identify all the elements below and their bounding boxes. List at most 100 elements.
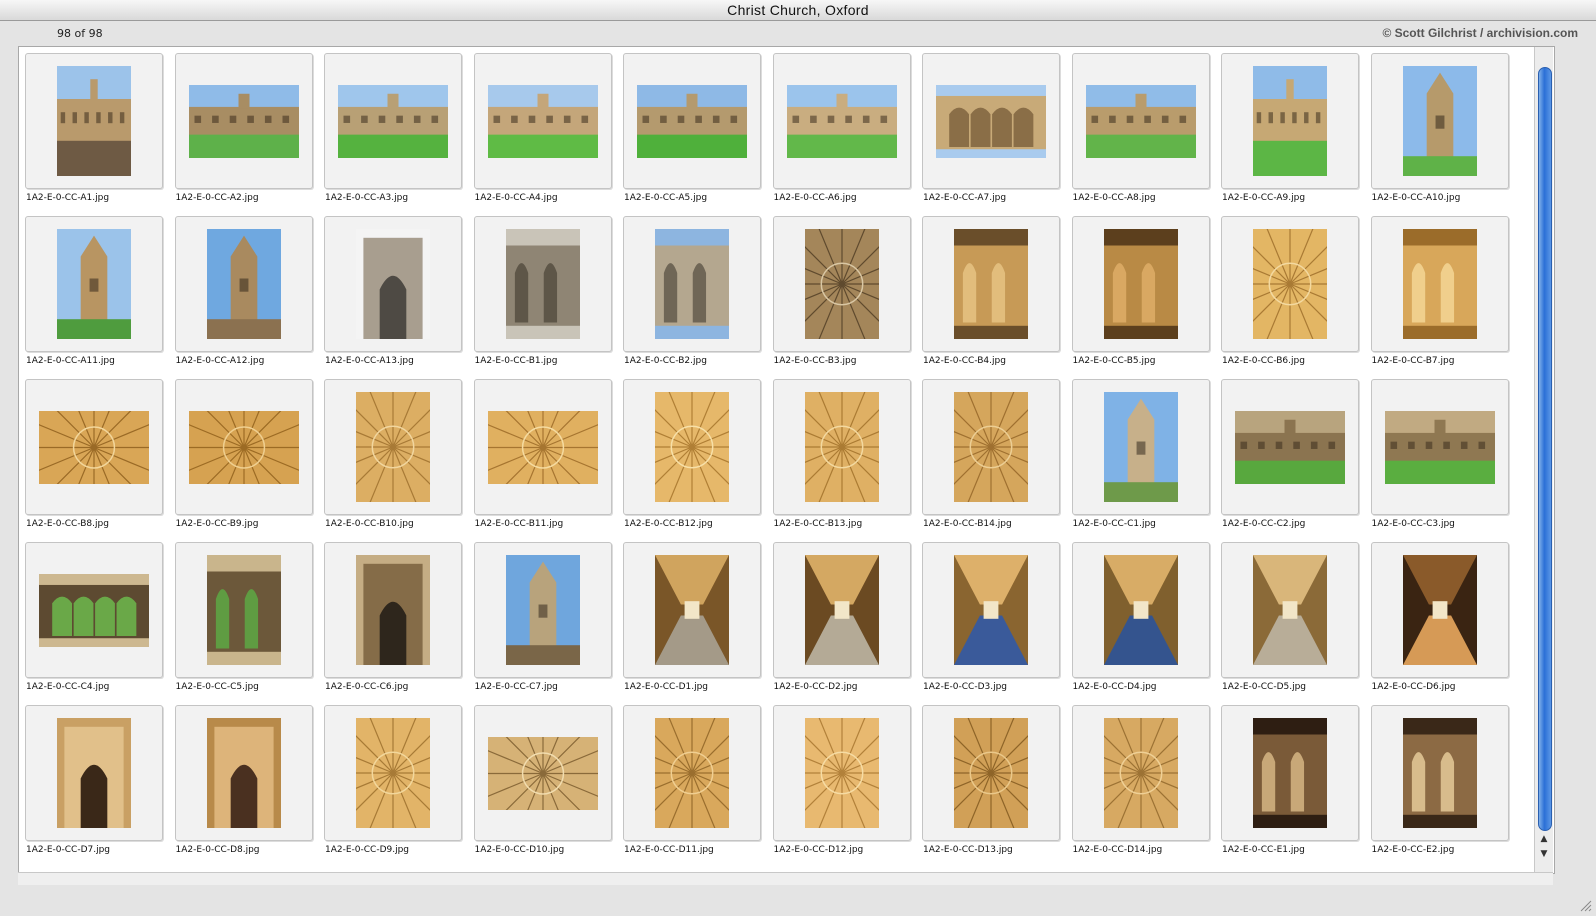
thumbnail-item[interactable]: 1A2-E-0-CC-A9.jpg [1221, 53, 1371, 216]
thumbnail-image[interactable] [655, 718, 729, 828]
scroll-down-button[interactable]: ▼ [1535, 847, 1553, 861]
thumbnail-item[interactable]: 1A2-E-0-CC-B5.jpg [1071, 216, 1222, 379]
thumbnail-item[interactable]: 1A2-E-0-CC-D10.jpg [473, 705, 624, 868]
thumbnail-item[interactable]: 1A2-E-0-CC-D7.jpg [25, 705, 175, 868]
thumbnail-image[interactable] [1235, 410, 1345, 484]
thumbnail-image[interactable] [1085, 84, 1196, 158]
thumbnail-image[interactable] [338, 84, 448, 158]
thumbnail-item[interactable]: 1A2-E-0-CC-B1.jpg [473, 216, 624, 379]
thumbnail-frame[interactable] [25, 705, 163, 841]
thumbnail-frame[interactable] [1071, 53, 1210, 189]
thumbnail-frame[interactable] [324, 216, 462, 352]
thumbnail-image[interactable] [655, 392, 729, 502]
thumbnail-item[interactable]: 1A2-E-0-CC-C4.jpg [25, 542, 175, 705]
thumbnail-item[interactable]: 1A2-E-0-CC-B7.jpg [1370, 216, 1521, 379]
thumbnail-item[interactable]: 1A2-E-0-CC-D13.jpg [922, 705, 1072, 868]
thumbnail-frame[interactable] [174, 542, 313, 678]
thumbnail-frame[interactable] [772, 216, 911, 352]
thumbnail-item[interactable]: 1A2-E-0-CC-D4.jpg [1071, 542, 1222, 705]
thumbnail-item[interactable]: 1A2-E-0-CC-C7.jpg [473, 542, 624, 705]
thumbnail-image[interactable] [57, 229, 131, 339]
thumbnail-item[interactable]: 1A2-E-0-CC-A6.jpg [772, 53, 923, 216]
thumbnail-item[interactable]: 1A2-E-0-CC-A4.jpg [473, 53, 624, 216]
thumbnail-frame[interactable] [1370, 542, 1509, 678]
thumbnail-frame[interactable] [922, 542, 1060, 678]
thumbnail-image[interactable] [505, 555, 580, 665]
thumbnail-image[interactable] [39, 410, 149, 484]
thumbnail-image[interactable] [487, 736, 598, 810]
thumbnail-image[interactable] [1402, 555, 1477, 665]
thumbnail-image[interactable] [1103, 392, 1178, 502]
thumbnail-frame[interactable] [324, 53, 462, 189]
thumbnail-image[interactable] [804, 555, 879, 665]
thumbnail-item[interactable]: 1A2-E-0-CC-C3.jpg [1370, 379, 1521, 542]
thumbnail-image[interactable] [936, 84, 1046, 158]
thumbnail-item[interactable]: 1A2-E-0-CC-B14.jpg [922, 379, 1072, 542]
thumbnail-frame[interactable] [174, 705, 313, 841]
thumbnail-frame[interactable] [25, 542, 163, 678]
thumbnail-item[interactable]: 1A2-E-0-CC-B13.jpg [772, 379, 923, 542]
thumbnail-image[interactable] [954, 392, 1028, 502]
thumbnail-item[interactable]: 1A2-E-0-CC-B3.jpg [772, 216, 923, 379]
thumbnail-image[interactable] [206, 229, 281, 339]
thumbnail-frame[interactable] [174, 53, 313, 189]
thumbnail-frame[interactable] [25, 216, 163, 352]
thumbnail-item[interactable]: 1A2-E-0-CC-B11.jpg [473, 379, 624, 542]
scroll-up-button[interactable]: ▲ [1535, 832, 1553, 846]
thumbnail-item[interactable]: 1A2-E-0-CC-A5.jpg [623, 53, 773, 216]
thumbnail-item[interactable]: 1A2-E-0-CC-B12.jpg [623, 379, 773, 542]
thumbnail-image[interactable] [637, 84, 747, 158]
thumbnail-frame[interactable] [1370, 705, 1509, 841]
thumbnail-image[interactable] [786, 84, 897, 158]
scrollbar-thumb[interactable] [1538, 67, 1552, 831]
thumbnail-item[interactable]: 1A2-E-0-CC-C5.jpg [174, 542, 325, 705]
thumbnail-image[interactable] [39, 573, 149, 647]
thumbnail-item[interactable]: 1A2-E-0-CC-A7.jpg [922, 53, 1072, 216]
thumbnail-frame[interactable] [623, 53, 761, 189]
thumbnail-image[interactable] [206, 718, 281, 828]
thumbnail-item[interactable]: 1A2-E-0-CC-D3.jpg [922, 542, 1072, 705]
vertical-scrollbar[interactable]: ▲ ▼ [1534, 47, 1553, 873]
horizontal-scrollbar[interactable] [18, 872, 1553, 885]
thumbnail-frame[interactable] [1071, 705, 1210, 841]
thumbnail-item[interactable]: 1A2-E-0-CC-E1.jpg [1221, 705, 1371, 868]
resize-grip-icon[interactable] [1578, 898, 1592, 912]
thumbnail-frame[interactable] [623, 542, 761, 678]
thumbnail-image[interactable] [505, 229, 580, 339]
thumbnail-item[interactable]: 1A2-E-0-CC-E2.jpg [1370, 705, 1521, 868]
thumbnail-item[interactable]: 1A2-E-0-CC-D6.jpg [1370, 542, 1521, 705]
thumbnail-frame[interactable] [473, 542, 612, 678]
thumbnail-frame[interactable] [324, 705, 462, 841]
thumbnail-image[interactable] [487, 84, 598, 158]
thumbnail-frame[interactable] [1071, 542, 1210, 678]
thumbnail-frame[interactable] [1221, 379, 1359, 515]
thumbnail-item[interactable]: 1A2-E-0-CC-B8.jpg [25, 379, 175, 542]
thumbnail-item[interactable]: 1A2-E-0-CC-A1.jpg [25, 53, 175, 216]
thumbnail-frame[interactable] [25, 53, 163, 189]
thumbnail-image[interactable] [356, 392, 430, 502]
thumbnail-frame[interactable] [1071, 379, 1210, 515]
thumbnail-image[interactable] [1103, 555, 1178, 665]
thumbnail-image[interactable] [1253, 718, 1327, 828]
thumbnail-image[interactable] [1253, 555, 1327, 665]
thumbnail-image[interactable] [1253, 229, 1327, 339]
thumbnail-item[interactable]: 1A2-E-0-CC-B9.jpg [174, 379, 325, 542]
thumbnail-image[interactable] [954, 229, 1028, 339]
thumbnail-frame[interactable] [473, 379, 612, 515]
thumbnail-image[interactable] [188, 84, 299, 158]
thumbnail-item[interactable]: 1A2-E-0-CC-A3.jpg [324, 53, 474, 216]
thumbnail-frame[interactable] [324, 379, 462, 515]
thumbnail-item[interactable]: 1A2-E-0-CC-D12.jpg [772, 705, 923, 868]
thumbnail-item[interactable]: 1A2-E-0-CC-D5.jpg [1221, 542, 1371, 705]
thumbnail-item[interactable]: 1A2-E-0-CC-B4.jpg [922, 216, 1072, 379]
thumbnail-image[interactable] [356, 555, 430, 665]
thumbnail-item[interactable]: 1A2-E-0-CC-B2.jpg [623, 216, 773, 379]
thumbnail-item[interactable]: 1A2-E-0-CC-A13.jpg [324, 216, 474, 379]
thumbnail-frame[interactable] [922, 705, 1060, 841]
thumbnail-frame[interactable] [922, 53, 1060, 189]
thumbnail-item[interactable]: 1A2-E-0-CC-A8.jpg [1071, 53, 1222, 216]
thumbnail-item[interactable]: 1A2-E-0-CC-D1.jpg [623, 542, 773, 705]
thumbnail-image[interactable] [804, 392, 879, 502]
thumbnail-item[interactable]: 1A2-E-0-CC-D9.jpg [324, 705, 474, 868]
thumbnail-frame[interactable] [623, 216, 761, 352]
